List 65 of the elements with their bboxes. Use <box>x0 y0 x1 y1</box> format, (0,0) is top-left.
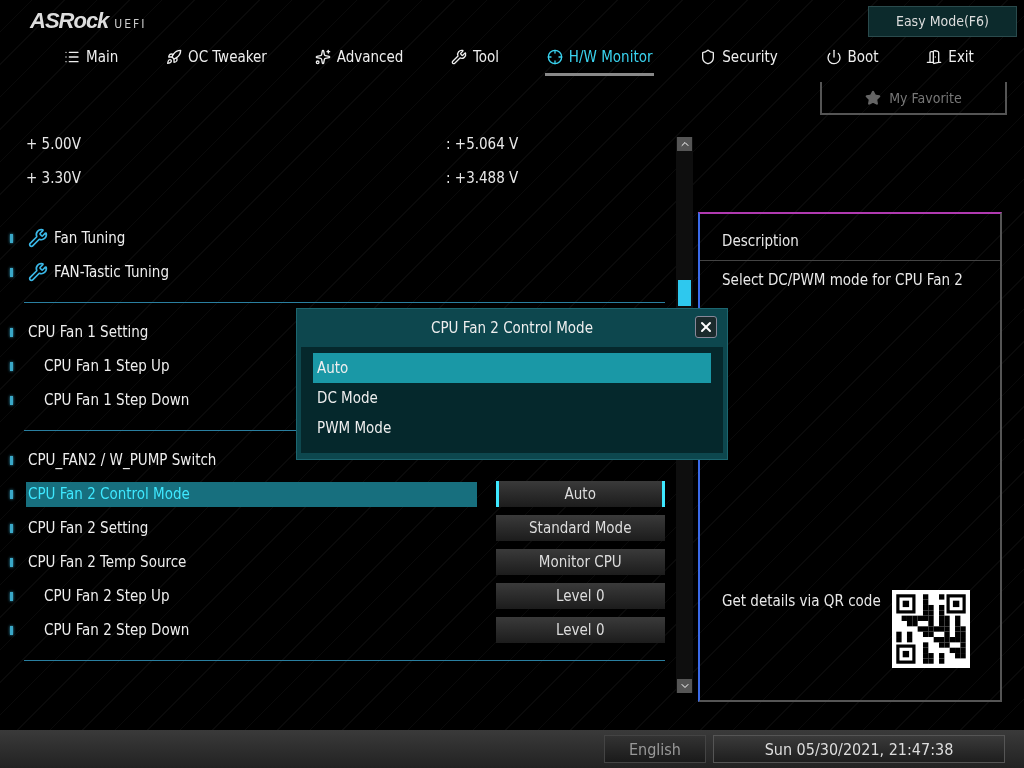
language-button[interactable]: English <box>604 735 706 763</box>
option-item[interactable]: PWM Mode <box>313 413 711 443</box>
scroll-up-button[interactable] <box>677 137 692 151</box>
scrollbar-thumb[interactable] <box>678 280 691 306</box>
scroll-down-button[interactable] <box>677 679 692 693</box>
nav-tab[interactable]: Exit <box>924 42 976 76</box>
row-marker-icon <box>10 455 13 465</box>
setting-value-button[interactable]: Monitor CPU <box>495 549 665 575</box>
logo-suffix: UEFI <box>114 17 147 31</box>
description-text: Select DC/PWM mode for CPU Fan 2 <box>721 270 964 291</box>
row-marker-icon <box>10 523 13 533</box>
setting-value-button[interactable]: Level 0 <box>495 617 665 643</box>
close-button[interactable] <box>695 316 717 338</box>
nav-tab[interactable]: Security <box>698 42 780 76</box>
setting-item[interactable]: CPU Fan 2 Step Up <box>26 583 477 609</box>
setting-value-button[interactable]: Standard Mode <box>495 515 665 541</box>
setting-value-button[interactable]: Level 0 <box>495 583 665 609</box>
setting-item[interactable]: CPU Fan 2 Setting <box>26 515 477 541</box>
nav-tab[interactable]: Advanced <box>312 42 406 76</box>
qr-caption: Get details via QR code <box>722 591 882 612</box>
row-marker-icon <box>10 591 13 601</box>
power-icon <box>825 48 842 65</box>
row-marker-icon <box>10 327 13 337</box>
row-marker-icon <box>10 489 13 499</box>
star-icon <box>865 89 882 106</box>
wrench-icon <box>28 262 48 282</box>
dialog-title: CPU Fan 2 Control Mode <box>431 319 593 337</box>
rocket-icon <box>166 48 183 65</box>
setting-item[interactable]: CPU Fan 2 Control Mode <box>26 481 477 507</box>
close-icon <box>698 319 714 335</box>
nav-tab[interactable]: Main <box>62 42 121 76</box>
row-marker-icon <box>10 267 13 277</box>
submenu-item[interactable]: Fan Tuning <box>26 225 478 251</box>
row-marker-icon <box>10 361 13 371</box>
nav-tab[interactable]: OC Tweaker <box>164 42 269 76</box>
option-item[interactable]: DC Mode <box>313 383 711 413</box>
row-marker-icon <box>10 233 13 243</box>
voltage-value: : +5.064 V <box>446 135 519 153</box>
qr-code-icon <box>892 590 970 668</box>
voltage-value: : +3.488 V <box>446 169 519 187</box>
crosshair-icon <box>546 48 563 65</box>
easy-mode-button[interactable]: Easy Mode(F6) <box>868 5 1017 37</box>
voltage-label: + 3.30V <box>26 169 82 187</box>
voltage-label: + 5.00V <box>26 135 82 153</box>
submenu-label: FAN-Tastic Tuning <box>54 263 169 281</box>
shield-icon <box>700 48 717 65</box>
description-title: Description <box>700 214 1000 261</box>
date-time: Sun 05/30/2021, 21:47:38 <box>713 735 1005 763</box>
setting-value-button[interactable]: Auto <box>495 481 665 507</box>
row-marker-icon <box>10 395 13 405</box>
nav-tab[interactable]: H/W Monitor <box>544 42 655 76</box>
my-favorite-button[interactable]: My Favorite <box>820 82 1007 115</box>
wrench-icon <box>451 48 468 65</box>
row-marker-icon <box>10 625 13 635</box>
submenu-label: Fan Tuning <box>54 229 126 247</box>
row-marker-icon <box>10 557 13 567</box>
setting-item[interactable]: CPU Fan 2 Step Down <box>26 617 477 643</box>
nav-tab[interactable]: Boot <box>823 42 881 76</box>
setting-item[interactable]: CPU Fan 2 Temp Source <box>26 549 477 575</box>
wrench-icon <box>28 228 48 248</box>
nav-tab[interactable]: Tool <box>449 42 502 76</box>
door-icon <box>926 48 943 65</box>
logo: ASRock <box>30 8 109 34</box>
sparkle-icon <box>314 48 331 65</box>
submenu-item[interactable]: FAN-Tastic Tuning <box>26 259 478 285</box>
